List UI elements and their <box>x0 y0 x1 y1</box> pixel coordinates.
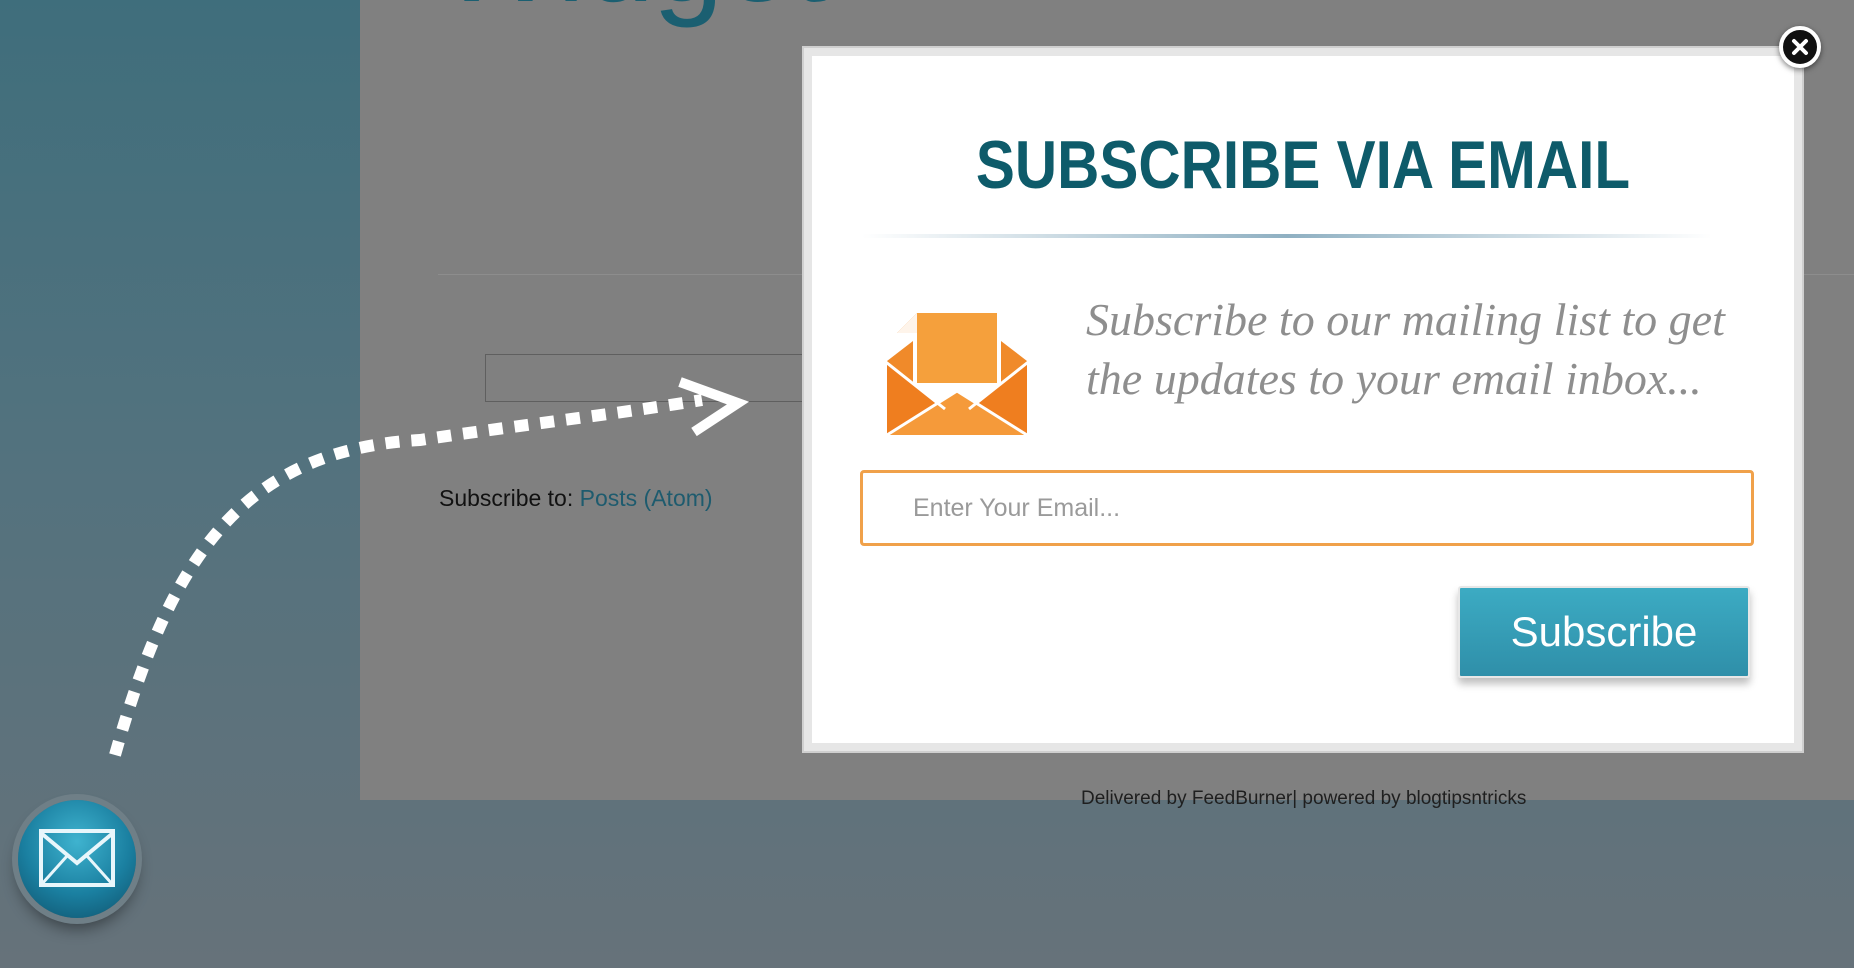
modal-divider <box>862 234 1712 238</box>
page-title: Widget <box>438 0 826 46</box>
modal-title: SUBSCRIBE VIA EMAIL <box>975 127 1631 203</box>
subscribe-modal: SUBSCRIBE VIA EMAIL Subscribe to our mai… <box>804 48 1802 751</box>
posts-atom-link[interactable]: Posts (Atom) <box>580 485 713 511</box>
subscribe-to-label: Subscribe to: <box>439 485 574 511</box>
modal-message: Subscribe to our mailing list to get the… <box>1086 294 1725 404</box>
email-input[interactable] <box>860 470 1754 546</box>
footer-credit: Delivered by FeedBurner| powered by blog… <box>1081 788 1527 809</box>
background-input-field[interactable] <box>485 354 845 402</box>
close-button[interactable] <box>1779 26 1821 68</box>
mail-icon <box>39 829 115 887</box>
open-envelope-icon <box>887 313 1027 437</box>
close-icon <box>1792 39 1808 55</box>
subscribe-button[interactable]: Subscribe <box>1458 586 1750 678</box>
subscribe-to-line: Subscribe to: Posts (Atom) <box>439 485 713 512</box>
mail-launcher-button[interactable] <box>18 800 136 918</box>
